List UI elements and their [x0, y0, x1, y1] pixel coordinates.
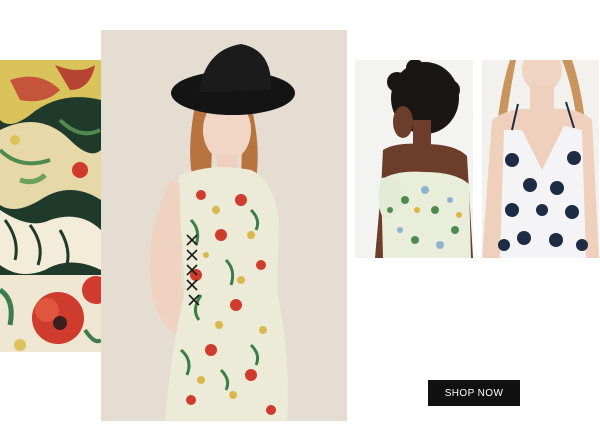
model-front-view-photo: [482, 60, 599, 258]
fabric-print-swatch-image: [0, 60, 101, 352]
shop-now-button[interactable]: SHOP NOW: [428, 380, 520, 406]
model-back-view-photo: [355, 60, 473, 258]
model-in-floral-dress-photo: [101, 30, 347, 421]
